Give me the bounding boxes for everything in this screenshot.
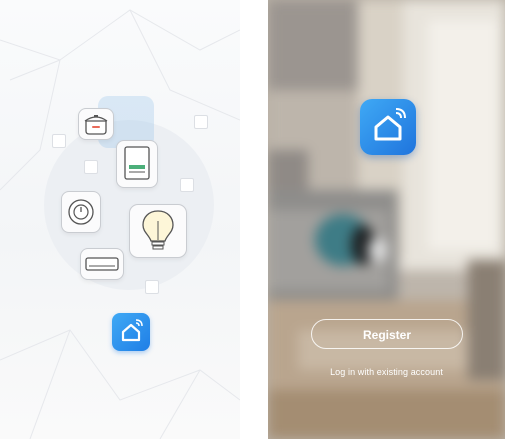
login-screen: Register Log in with existing account <box>268 0 505 439</box>
app-logo-icon <box>360 99 416 155</box>
decor-square-icon <box>180 178 194 192</box>
decor-square-icon <box>145 280 159 294</box>
rice-cooker-icon <box>78 108 114 140</box>
smart-switch-icon <box>116 140 158 188</box>
air-conditioner-icon <box>80 248 124 280</box>
decor-square-icon <box>84 160 98 174</box>
login-existing-account-link[interactable]: Log in with existing account <box>268 367 505 377</box>
register-button[interactable]: Register <box>311 319 463 349</box>
decor-square-icon <box>194 115 208 129</box>
light-bulb-icon <box>129 204 187 258</box>
decor-square-icon <box>52 134 66 148</box>
splash-screen <box>0 0 240 439</box>
app-logo-icon <box>112 313 150 351</box>
power-plug-icon <box>61 191 101 233</box>
